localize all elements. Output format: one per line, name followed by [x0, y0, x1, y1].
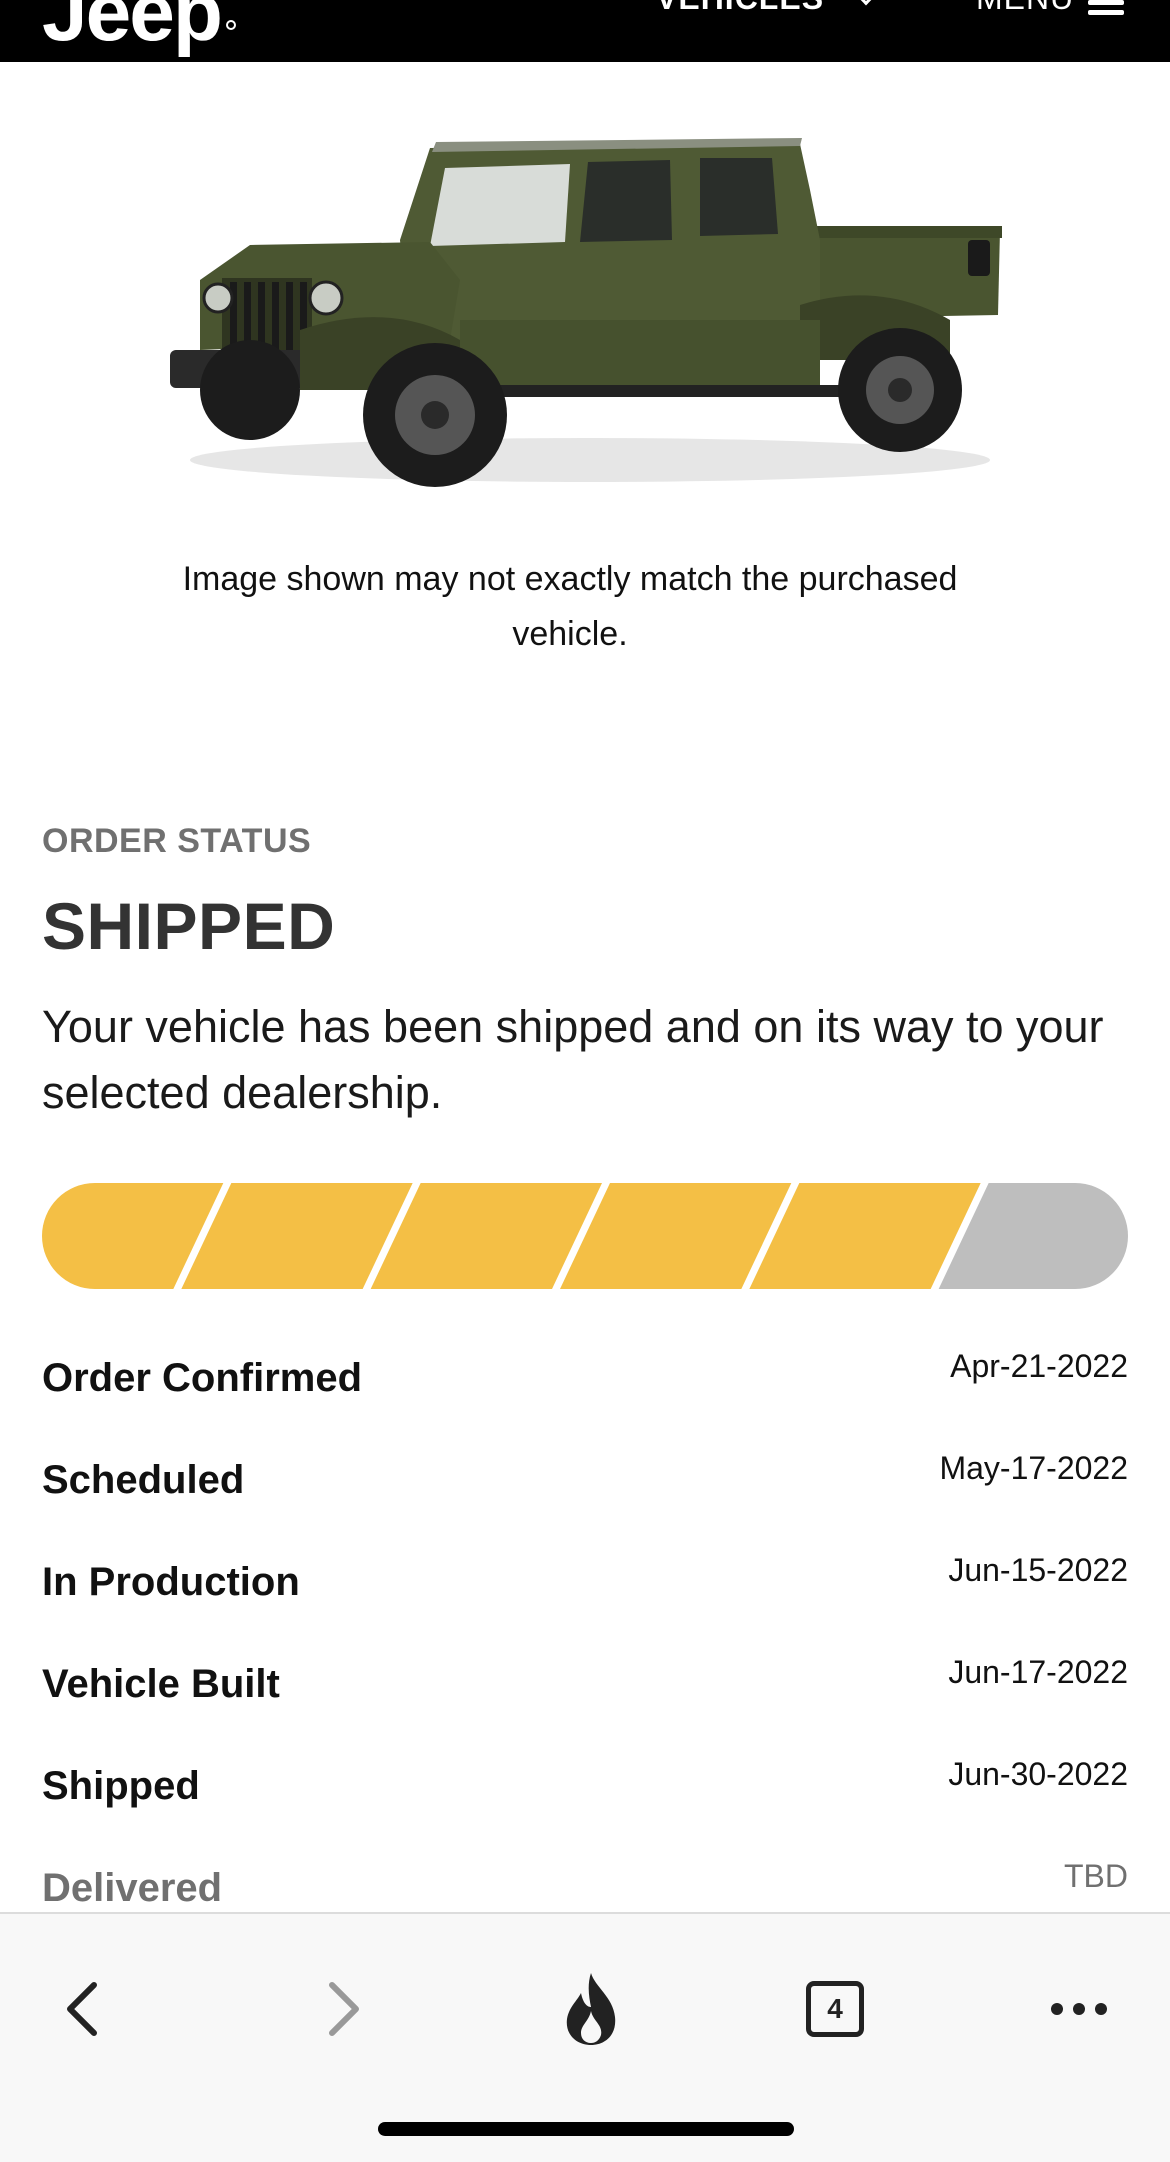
milestone-label: Order Confirmed	[42, 1356, 363, 1400]
milestone-label: Delivered	[42, 1866, 223, 1910]
order-status-title: SHIPPED	[42, 889, 336, 963]
progress-segment-complete	[370, 1183, 602, 1289]
milestone-label: Scheduled	[42, 1458, 245, 1502]
milestone-row: Vehicle Built Jun-17-2022	[42, 1654, 1128, 1722]
milestone-row: Shipped Jun-30-2022	[42, 1756, 1128, 1824]
milestone-label: Shipped	[42, 1764, 200, 1808]
image-disclaimer: Image shown may not exactly match the pu…	[182, 560, 958, 653]
milestone-date: Apr-21-2022	[950, 1348, 1128, 1384]
milestone-row: Scheduled May-17-2022	[42, 1450, 1128, 1518]
milestone-label: Vehicle Built	[42, 1662, 280, 1706]
back-button[interactable]	[38, 1964, 128, 2054]
burn-button[interactable]	[546, 1964, 636, 2054]
milestone-date: TBD	[1064, 1858, 1128, 1894]
milestone-date: Jun-30-2022	[948, 1756, 1128, 1792]
nav-vehicles-link[interactable]: VEHICLES	[656, 0, 824, 17]
chevron-left-icon	[67, 1982, 97, 2036]
milestone-date: Jun-17-2022	[948, 1654, 1128, 1690]
chevron-down-icon[interactable]	[854, 0, 878, 6]
order-progress-bar	[42, 1183, 1128, 1289]
milestone-row: In Production Jun-15-2022	[42, 1552, 1128, 1620]
jeep-logo[interactable]: Jeep	[42, 0, 223, 60]
forward-button[interactable]	[298, 1964, 388, 2054]
progress-segment-complete	[749, 1183, 981, 1289]
more-menu-button[interactable]	[1034, 1964, 1124, 2054]
order-status-description: Your vehicle has been shipped and on its…	[42, 1001, 1104, 1118]
more-horizontal-icon	[1051, 2003, 1107, 2015]
progress-segment-complete	[181, 1183, 413, 1289]
flame-icon	[566, 1973, 616, 2045]
chevron-right-icon	[329, 1982, 359, 2036]
progress-segment-complete	[560, 1183, 792, 1289]
milestone-date: Jun-15-2022	[948, 1552, 1128, 1588]
tab-count: 4	[806, 1981, 864, 2037]
home-indicator	[378, 2122, 794, 2136]
top-nav-bar: Jeep VEHICLES MENU	[0, 0, 1170, 62]
hamburger-icon[interactable]	[1088, 0, 1124, 15]
milestone-date: May-17-2022	[939, 1450, 1128, 1486]
milestone-row: Order Confirmed Apr-21-2022	[42, 1348, 1128, 1416]
tabs-button[interactable]: 4	[790, 1964, 880, 2054]
nav-menu-link[interactable]: MENU	[976, 0, 1074, 17]
milestone-label: In Production	[42, 1560, 300, 1604]
order-status-label: ORDER STATUS	[42, 822, 312, 860]
vehicle-image	[170, 138, 1002, 487]
registered-mark-icon	[226, 20, 236, 30]
